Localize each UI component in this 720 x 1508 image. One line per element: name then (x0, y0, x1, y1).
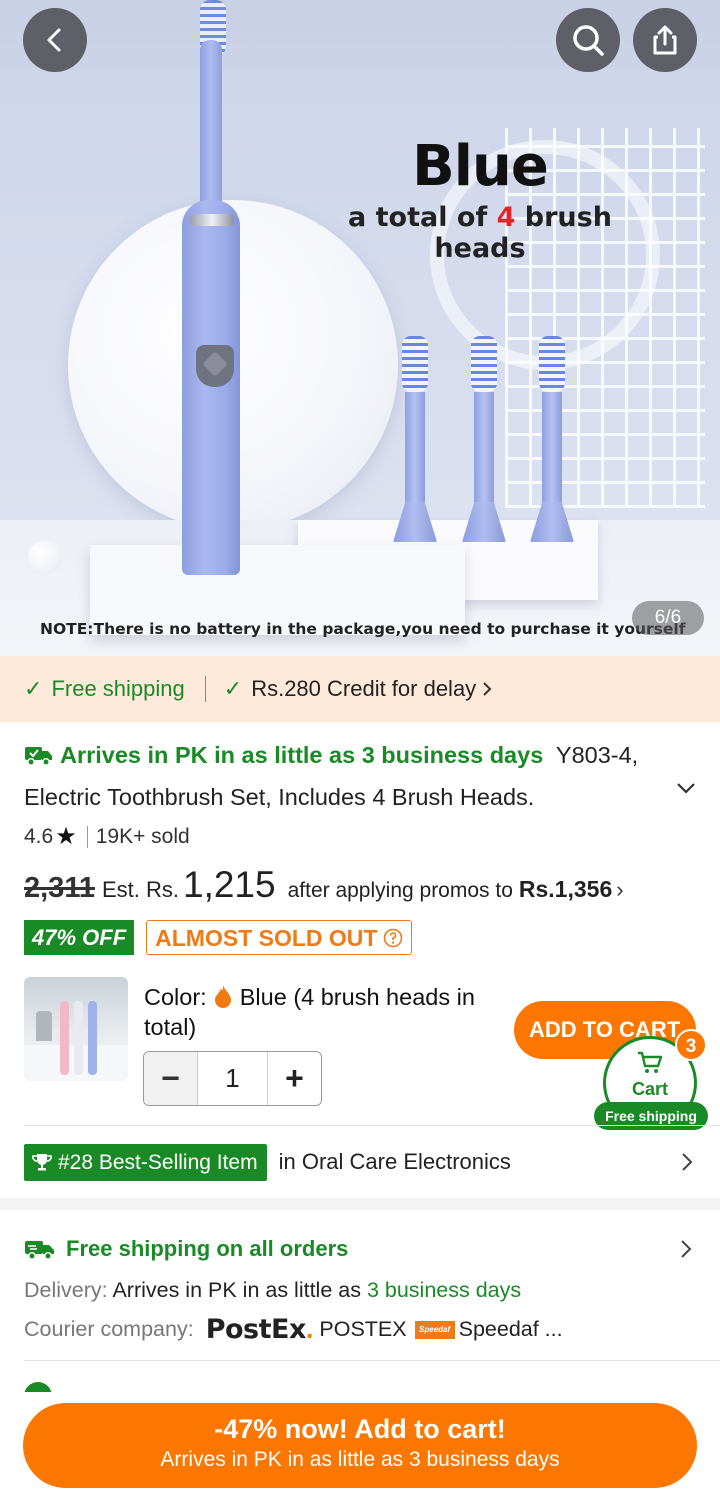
image-decor-ball (28, 540, 62, 574)
shipping-benefits-strip[interactable]: ✓ Free shipping ✓ Rs.280 Credit for dela… (0, 656, 720, 722)
share-icon (653, 25, 677, 55)
sold-count: 19K+ sold (95, 824, 190, 848)
divider (204, 676, 206, 702)
best-seller-category: in Oral Care Electronics (278, 1149, 511, 1174)
cart-icon (638, 1051, 663, 1073)
check-icon: ✓ (24, 676, 43, 701)
delivery-days: 3 business days (366, 1278, 522, 1302)
product-title[interactable]: Arrives in PK in as little as 3 business… (24, 736, 674, 816)
discount-badge: 47% OFF (24, 920, 135, 955)
toothbrush-band-image (190, 214, 234, 226)
cart-label: Cart (631, 1079, 668, 1099)
delivery-estimate: Delivery: Arrives in PK in as little as … (24, 1278, 521, 1303)
courier-label: Courier company: (24, 1317, 194, 1341)
back-button[interactable] (23, 8, 87, 72)
quantity-stepper[interactable]: − 1 + (143, 1051, 322, 1106)
chevron-right-icon (483, 682, 492, 696)
thumbnail-decor (74, 1001, 83, 1075)
promo-text: after applying promos to (287, 879, 513, 902)
price-row[interactable]: 2,311 Est. Rs. 1,215 after applying prom… (24, 864, 624, 906)
back-arrow-icon (47, 28, 61, 52)
courier-name: Speedaf ... (458, 1317, 563, 1341)
decrease-quantity-button[interactable]: − (144, 1052, 198, 1105)
star-icon: ★ (55, 823, 77, 850)
estimated-price: 1,215 (183, 864, 276, 905)
flame-icon (213, 984, 240, 1010)
bottom-button-title: -47% now! Add to cart! (214, 1414, 506, 1444)
check-icon: ✓ (223, 676, 243, 701)
share-button[interactable] (633, 8, 697, 72)
original-price: 2,311 (24, 872, 95, 904)
section-separator (0, 1198, 720, 1210)
toothbrush-handle-image (182, 200, 240, 575)
thumbnail-decor (36, 1011, 52, 1041)
stock-badge[interactable]: ALMOST SOLD OUT (146, 920, 413, 955)
postex-logo: PostEx (205, 1314, 307, 1345)
search-button[interactable] (556, 8, 620, 72)
delivery-label: Delivery: (24, 1278, 108, 1302)
quantity-value[interactable]: 1 (198, 1063, 267, 1094)
arrival-estimate: Arrives in PK in as little as 3 business… (60, 742, 544, 768)
shipping-info-header[interactable]: Free shipping on all orders (24, 1236, 348, 1262)
color-label: Color: (144, 984, 207, 1010)
image-note-text: NOTE:There is no battery in the package,… (40, 620, 686, 638)
price-badges: 47% OFF ALMOST SOLD OUT (24, 920, 413, 955)
courier-companies: Courier company: PostEx. POSTEX Speedaf … (24, 1314, 563, 1345)
shipping-info-title: Free shipping on all orders (66, 1236, 349, 1261)
image-title-text: Blue (412, 134, 549, 199)
delivery-text: Arrives in PK in as little as (112, 1278, 361, 1302)
increase-quantity-button[interactable]: + (267, 1052, 321, 1105)
best-seller-row[interactable]: #28 Best-Selling Item in Oral Care Elect… (24, 1143, 704, 1181)
cart-count-badge: 3 (675, 1029, 707, 1061)
bottom-action-bar: -47% now! Add to cart! Arrives in PK in … (0, 1392, 720, 1508)
free-shipping-label: Free shipping (51, 676, 185, 701)
estimated-price-label: Est. Rs. (101, 877, 179, 902)
delivery-truck-icon (25, 1241, 54, 1260)
bottom-button-subtitle: Arrives in PK in as little as 3 business… (160, 1448, 560, 1471)
product-image-gallery[interactable]: Blue a total of 4 brush heads NOTE:There… (0, 0, 720, 656)
chevron-right-icon[interactable] (679, 1238, 693, 1260)
thumbnail-decor (60, 1001, 69, 1075)
image-page-counter: 6/6 (632, 601, 704, 635)
help-icon (384, 928, 403, 947)
toothbrush-neck-image (200, 40, 222, 220)
best-seller-rank: #28 Best-Selling Item (58, 1150, 258, 1174)
image-subtitle-text: a total of 4 brush heads (348, 202, 612, 264)
rating-value: 4.6 (24, 824, 54, 848)
promo-price: Rs.1,356 (518, 876, 613, 902)
trophy-icon (32, 1154, 52, 1171)
brush-head-image (393, 336, 437, 542)
chevron-down-icon[interactable] (674, 778, 698, 798)
divider (24, 1360, 720, 1361)
rating-row[interactable]: 4.6 ★ 19K+ sold (24, 822, 190, 851)
toothbrush-button-image (196, 345, 234, 387)
bottom-add-to-cart-button[interactable]: -47% now! Add to cart! Arrives in PK in … (23, 1403, 697, 1488)
divider (24, 1125, 720, 1126)
postex-logo-dot: . (305, 1314, 314, 1344)
brush-head-image (462, 336, 506, 542)
chevron-right-icon (682, 1153, 693, 1171)
brush-head-image (530, 336, 574, 542)
variant-thumbnail[interactable] (24, 977, 128, 1081)
speedaf-logo: Speedaf (414, 1320, 455, 1339)
selected-color: Color: Blue (4 brush heads in total) (144, 982, 504, 1042)
courier-name: POSTEX (319, 1317, 407, 1341)
best-seller-badge: #28 Best-Selling Item (24, 1143, 267, 1181)
thumbnail-decor (88, 1001, 97, 1075)
stock-badge-label: ALMOST SOLD OUT (155, 924, 378, 951)
chevron-right-icon: › (616, 877, 624, 902)
delay-credit-label: Rs.280 Credit for delay (251, 676, 477, 701)
search-icon (573, 25, 604, 56)
divider (86, 825, 88, 848)
delivery-truck-icon (24, 740, 54, 778)
